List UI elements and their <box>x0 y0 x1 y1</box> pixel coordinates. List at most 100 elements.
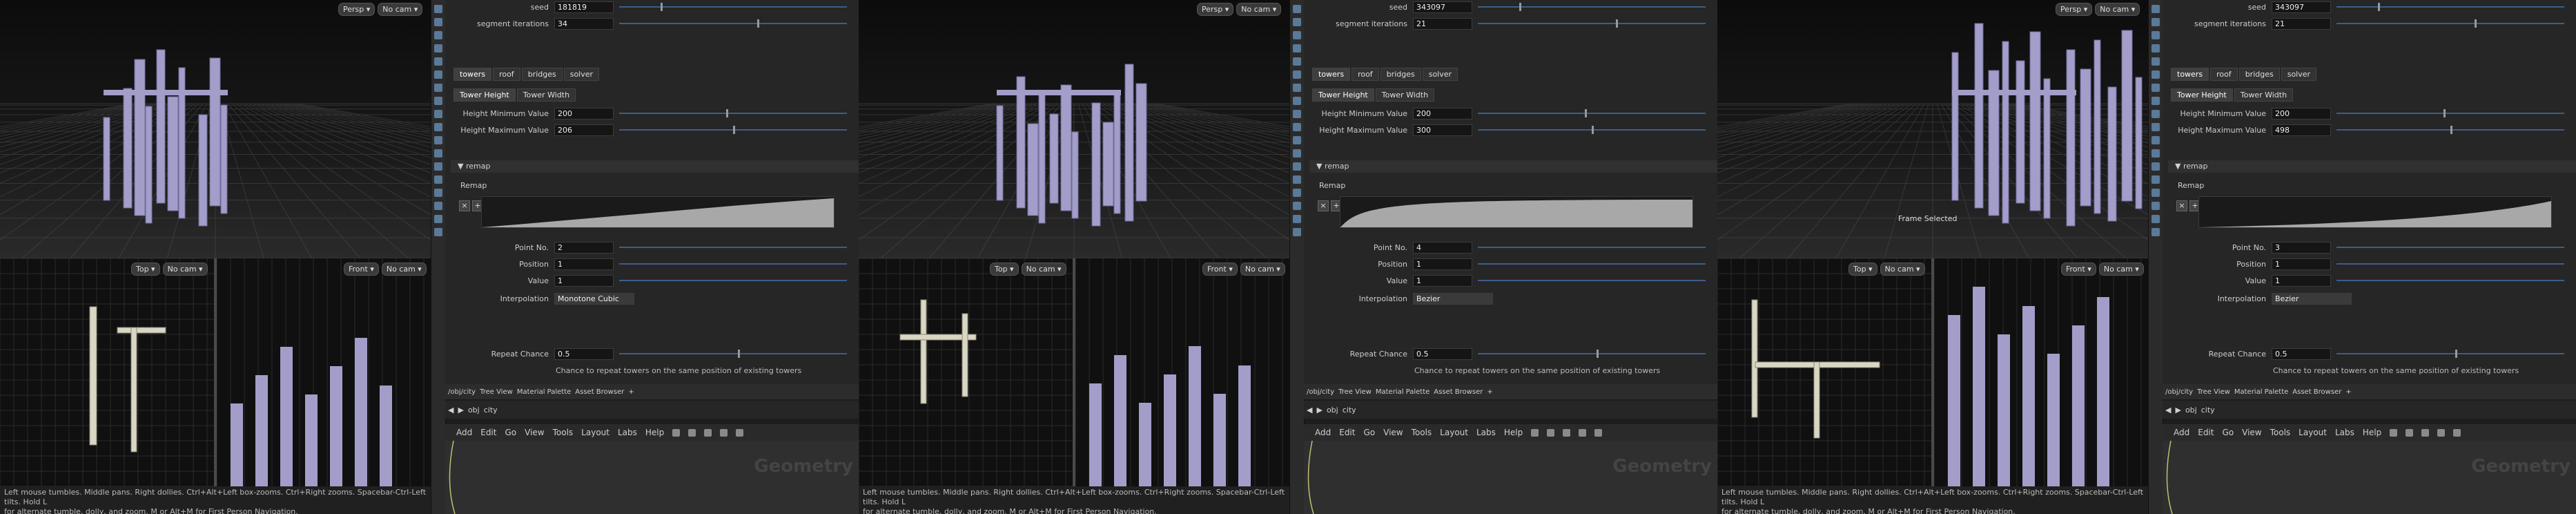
grid-snap-icon[interactable] <box>1293 110 1301 118</box>
back-arrow-icon[interactable]: ◀ <box>1307 406 1312 415</box>
top-viewport[interactable]: Top ▾ No cam ▾ <box>0 258 214 487</box>
tab-roof[interactable]: roof <box>2210 68 2238 81</box>
snap-icon[interactable] <box>434 97 442 105</box>
tab-solver[interactable]: solver <box>563 68 600 81</box>
snap-icon[interactable] <box>1293 97 1301 105</box>
menu-go[interactable]: Go <box>2222 428 2234 437</box>
front-cam-menu[interactable]: No cam ▾ <box>2098 263 2144 276</box>
remap-section-header[interactable]: ▼ remap <box>451 160 859 173</box>
color-palette-icon[interactable] <box>720 428 728 437</box>
remap-section-header[interactable]: ▼ remap <box>1309 160 1717 173</box>
point-snap-icon[interactable] <box>434 123 442 131</box>
front-view-menu[interactable]: Front ▾ <box>2061 263 2096 276</box>
search-icon[interactable] <box>2453 428 2461 437</box>
top-view-menu[interactable]: Top ▾ <box>990 263 1019 276</box>
seed-slider[interactable] <box>2336 3 2564 11</box>
handle-tool-icon[interactable] <box>1293 57 1301 66</box>
remap-ramp-editor[interactable] <box>1340 196 1693 228</box>
scale-tool-icon[interactable] <box>2151 44 2160 53</box>
point-no-slider[interactable] <box>1478 243 1706 251</box>
scale-tool-icon[interactable] <box>434 44 442 53</box>
point-no-field[interactable]: 3 <box>2272 241 2331 254</box>
tab-tower-height[interactable]: Tower Height <box>453 88 516 102</box>
tab-tree-view[interactable]: Tree View <box>480 388 513 396</box>
camera-select-menu[interactable]: No cam ▾ <box>378 3 423 16</box>
rotate-tool-icon[interactable] <box>1293 31 1301 39</box>
front-view-menu[interactable]: Front ▾ <box>1202 263 1238 276</box>
tab-towers[interactable]: towers <box>453 68 492 81</box>
position-slider[interactable] <box>2336 260 2564 268</box>
height-min-field[interactable]: 200 <box>1413 107 1472 120</box>
path-obj[interactable]: obj <box>1327 406 1338 415</box>
repeat-chance-field[interactable]: 0.5 <box>554 348 614 360</box>
grid-snap-icon[interactable] <box>2151 110 2160 118</box>
tab-tree-view[interactable]: Tree View <box>1338 388 1372 396</box>
forward-arrow-icon[interactable]: ▶ <box>2175 406 2180 415</box>
tab-roof[interactable]: roof <box>1352 68 1379 81</box>
path-obj[interactable]: obj <box>468 406 480 415</box>
camera-icon[interactable] <box>1293 136 1301 144</box>
interpolation-dropdown[interactable]: Bezier <box>1413 292 1493 305</box>
segment-iterations-field[interactable]: 21 <box>1413 17 1472 30</box>
height-max-field[interactable]: 498 <box>2272 124 2331 136</box>
value-slider[interactable] <box>2336 276 2564 285</box>
height-max-field[interactable]: 300 <box>1413 124 1472 136</box>
display-options-icon[interactable] <box>1293 175 1301 184</box>
path-city[interactable]: city <box>484 406 498 415</box>
height-max-field[interactable]: 206 <box>554 124 614 136</box>
tab-solver[interactable]: solver <box>2281 68 2317 81</box>
select-tool-icon[interactable] <box>2151 5 2160 13</box>
light-icon[interactable] <box>1293 149 1301 158</box>
tab-tower-width[interactable]: Tower Width <box>1375 88 1435 102</box>
color-palette-icon[interactable] <box>2437 428 2446 437</box>
menu-go[interactable]: Go <box>505 428 516 437</box>
height-min-slider[interactable] <box>2336 109 2564 117</box>
menu-layout[interactable]: Layout <box>2299 428 2327 437</box>
position-field[interactable]: 1 <box>554 258 614 270</box>
info-icon[interactable] <box>1293 228 1301 236</box>
segment-iterations-field[interactable]: 34 <box>554 17 614 30</box>
layout-icon[interactable] <box>688 428 696 437</box>
camera-select-menu[interactable]: No cam ▾ <box>1236 3 1282 16</box>
remap-section-header[interactable]: ▼ remap <box>2168 160 2576 173</box>
perspective-viewport[interactable]: Persp ▾ No cam ▾ <box>859 0 1717 259</box>
view-tool-icon[interactable] <box>2151 84 2160 92</box>
position-slider[interactable] <box>1478 260 1706 268</box>
menu-add[interactable]: Add <box>1315 428 1331 437</box>
menu-help[interactable]: Help <box>645 428 664 437</box>
repeat-chance-field[interactable]: 0.5 <box>1413 348 1472 360</box>
top-cam-menu[interactable]: No cam ▾ <box>1880 263 1925 276</box>
front-viewport[interactable]: Front ▾ No cam ▾ <box>1933 258 2148 486</box>
render-icon[interactable] <box>2151 162 2160 171</box>
perspective-viewport[interactable]: Persp ▾ No cam ▾ <box>0 0 859 259</box>
pose-tool-icon[interactable] <box>2151 70 2160 79</box>
shaded-icon[interactable] <box>2151 202 2160 210</box>
value-field[interactable]: 1 <box>1413 274 1472 287</box>
value-slider[interactable] <box>619 276 847 285</box>
back-arrow-icon[interactable]: ◀ <box>2165 406 2171 415</box>
pose-tool-icon[interactable] <box>1293 70 1301 79</box>
network-view[interactable]: Geometry <box>2163 440 2576 514</box>
tab-obj-city[interactable]: /obj/city <box>2165 388 2193 396</box>
repeat-chance-slider[interactable] <box>619 350 847 358</box>
menu-edit[interactable]: Edit <box>1339 428 1355 437</box>
menu-tools[interactable]: Tools <box>2270 428 2291 437</box>
camera-view-menu[interactable]: Persp ▾ <box>2056 3 2093 16</box>
display-options-icon[interactable] <box>434 175 442 184</box>
ghost-icon[interactable] <box>1293 215 1301 223</box>
position-slider[interactable] <box>619 260 847 268</box>
move-tool-icon[interactable] <box>2151 18 2160 26</box>
seed-field[interactable]: 343097 <box>2272 1 2331 13</box>
back-arrow-icon[interactable]: ◀ <box>448 406 453 415</box>
path-city[interactable]: city <box>1343 406 1356 415</box>
tab-bridges[interactable]: bridges <box>521 68 563 81</box>
ramp-delete-icon[interactable]: × <box>459 200 470 211</box>
menu-edit[interactable]: Edit <box>2198 428 2214 437</box>
ghost-icon[interactable] <box>2151 215 2160 223</box>
value-field[interactable]: 1 <box>554 274 614 287</box>
tab-asset-browser[interactable]: Asset Browser <box>1434 388 1483 396</box>
value-slider[interactable] <box>1478 276 1706 285</box>
segment-iterations-slider[interactable] <box>1478 19 1706 28</box>
tab-tree-view[interactable]: Tree View <box>2197 388 2230 396</box>
search-icon[interactable] <box>1594 428 1603 437</box>
